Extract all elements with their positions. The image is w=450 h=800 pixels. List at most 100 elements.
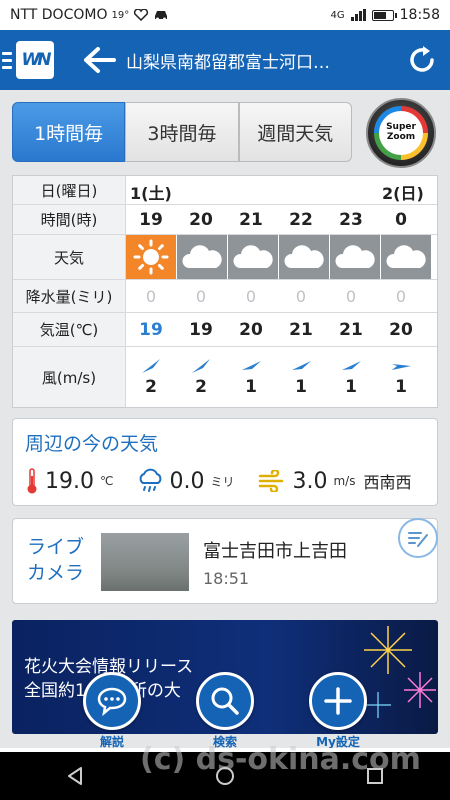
- nav-back-icon[interactable]: [64, 765, 86, 787]
- wind-icon: [259, 470, 284, 492]
- temp-row-label: 気温(℃): [13, 313, 126, 346]
- wind-cell: 1: [326, 347, 376, 407]
- precipitation-row: 降水量(ミリ) 0 0 0 0 0 0: [13, 280, 437, 313]
- wind-row-label: 風(m/s): [13, 347, 126, 407]
- weather-row: 天気: [13, 235, 437, 280]
- wind-speed: 1: [345, 377, 357, 397]
- forecast-tabs: 1時間毎 3時間毎 週間天気: [12, 102, 352, 162]
- weather-cell: [381, 235, 431, 279]
- back-button[interactable]: [74, 30, 124, 90]
- live-camera-card[interactable]: ライブ カメラ 富士吉田市上吉田 18:51: [12, 518, 438, 604]
- temperature-row: 気温(℃) 19 19 20 21 21 20: [13, 313, 437, 347]
- cloudy-icon: [233, 245, 273, 268]
- cloudy-icon: [182, 245, 222, 268]
- wind-direction-icon: [142, 359, 160, 373]
- rain-cloud-icon: [140, 468, 162, 492]
- date-row: 日(曜日) 1(土) 2(日): [13, 176, 437, 205]
- status-bar: NTT DOCOMO 19° 4G 18:58: [0, 0, 450, 30]
- wind-cell: 1: [276, 347, 326, 407]
- precip-cell: 0: [195, 286, 207, 306]
- temp-cell: 20: [239, 319, 263, 340]
- car-icon: [155, 11, 168, 21]
- temp-badge: 19°: [111, 9, 130, 21]
- hourly-forecast-table[interactable]: 日(曜日) 1(土) 2(日) 時間(時) 19 20 21 22 23 0 天…: [12, 175, 438, 408]
- weather-cell: [177, 235, 227, 279]
- carrier-group: NTT DOCOMO 19°: [10, 7, 169, 23]
- heart-rate-icon: [134, 9, 149, 21]
- wind-speed: 2: [195, 377, 207, 397]
- wind-direction-icon: [292, 361, 311, 370]
- battery-icon: [371, 9, 397, 21]
- wind-cell: 2: [176, 347, 226, 407]
- cloudy-icon: [284, 245, 324, 268]
- super-zoom-button[interactable]: Super Zoom: [366, 98, 436, 168]
- temp-cell: 19: [189, 319, 213, 340]
- tab-hourly[interactable]: 1時間毎: [12, 102, 126, 162]
- current-weather-title: 周辺の今の天気: [25, 433, 159, 455]
- current-wind-direction: 西南西: [363, 473, 412, 492]
- my-settings-button[interactable]: [309, 672, 367, 730]
- wind-speed: 1: [395, 377, 407, 397]
- wind-speed: 1: [295, 377, 307, 397]
- current-rain-unit: ミリ: [210, 474, 235, 489]
- search-button[interactable]: [196, 672, 254, 730]
- wind-direction-icon: [342, 361, 361, 370]
- status-right: 4G 18:58: [331, 7, 440, 23]
- current-wind: 3.0: [292, 468, 328, 494]
- precip-cell: 0: [145, 286, 157, 306]
- hour-cell: 20: [189, 209, 213, 230]
- search-icon: [211, 687, 239, 715]
- live-camera-title: ライブ カメラ: [27, 536, 85, 584]
- wind-speed: 2: [145, 377, 157, 397]
- commentary-button[interactable]: [83, 672, 141, 730]
- hour-cell: 22: [289, 209, 313, 230]
- back-arrow-icon: [84, 47, 116, 73]
- refresh-icon: [410, 46, 434, 72]
- live-camera-time: 18:51: [203, 569, 250, 588]
- precip-cell: 0: [395, 286, 407, 306]
- current-rain: 0.0: [169, 468, 205, 494]
- edit-note-icon: [408, 532, 428, 547]
- wind-cell: 2: [126, 347, 176, 407]
- wind-speed: 1: [245, 377, 257, 397]
- location-title: 山梨県南都留郡富士河口…: [126, 52, 330, 73]
- cloudy-icon: [386, 245, 426, 268]
- current-wind-unit: m/s: [333, 474, 356, 488]
- date-row-label: 日(曜日): [13, 176, 126, 204]
- status-time: 18:58: [399, 7, 440, 23]
- watermark: (c) ds-okina.com: [140, 742, 421, 777]
- weather-cell: [126, 235, 176, 279]
- live-camera-thumbnail[interactable]: [101, 533, 189, 591]
- tab-weekly[interactable]: 週間天気: [238, 102, 352, 162]
- hour-row: 時間(時) 19 20 21 22 23 0: [13, 205, 437, 235]
- app-header: WN 山梨県南都留郡富士河口…: [0, 30, 450, 90]
- carrier-name: NTT DOCOMO: [10, 7, 108, 23]
- edit-button[interactable]: [398, 518, 438, 558]
- plus-icon: [324, 687, 352, 715]
- wind-row: 風(m/s) 2 2 1 1 1 1: [13, 347, 437, 407]
- precip-cell: 0: [245, 286, 257, 306]
- hour-cell: 23: [339, 209, 363, 230]
- hour-cell: 19: [139, 209, 163, 230]
- hour-cell: 21: [239, 209, 263, 230]
- hour-cell: 0: [395, 209, 407, 230]
- current-temp: 19.0: [45, 468, 94, 494]
- temp-cell: 19: [139, 319, 163, 340]
- speech-bubble-icon: [97, 687, 127, 716]
- refresh-button[interactable]: [394, 30, 450, 90]
- tab-3-hourly[interactable]: 3時間毎: [125, 102, 239, 162]
- weather-cell: [279, 235, 329, 279]
- precip-row-label: 降水量(ミリ): [13, 280, 126, 312]
- weather-row-label: 天気: [13, 235, 126, 279]
- current-weather-card[interactable]: 周辺の今の天気 19.0 ℃ 0.0 ミリ 3.0 m/s 西南西: [12, 418, 438, 506]
- temp-cell: 21: [339, 319, 363, 340]
- precip-cell: 0: [295, 286, 307, 306]
- date-cell: 2(日): [382, 184, 424, 203]
- menu-icon[interactable]: [2, 51, 12, 69]
- weather-cell: [330, 235, 380, 279]
- current-weather-values: 19.0 ℃ 0.0 ミリ 3.0 m/s 西南西: [25, 467, 411, 495]
- wind-direction-icon: [192, 359, 210, 373]
- weathernews-logo[interactable]: WN: [16, 41, 54, 79]
- temp-cell: 21: [289, 319, 313, 340]
- wind-direction-icon: [392, 364, 411, 370]
